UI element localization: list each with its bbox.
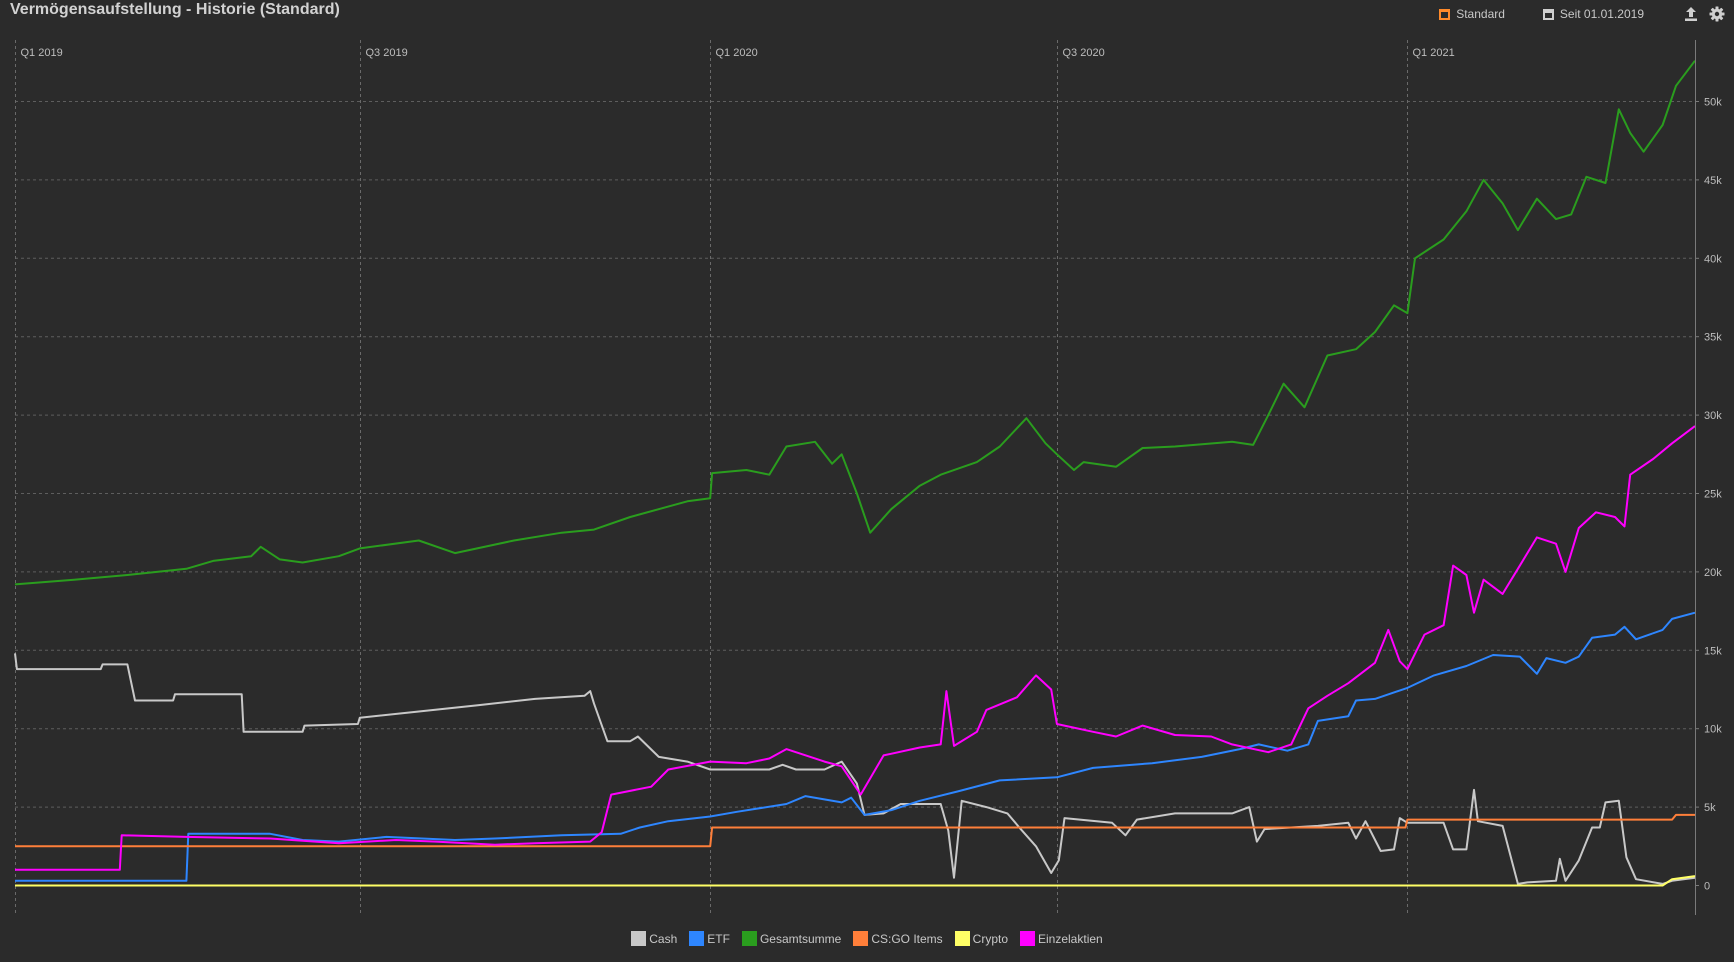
legend-item-cash[interactable]: Cash [631, 931, 677, 946]
y-tick-label: 10k [1704, 724, 1722, 736]
history-line-chart: Q1 2019 Q3 2019 Q1 2020 Q3 2020 Q1 2021 0 5k 1… [14, 40, 1722, 915]
y-tick-label: 40k [1704, 253, 1722, 265]
legend-item-cs-go-items[interactable]: CS:GO Items [853, 931, 943, 946]
y-axis-ticks: 0 5k 10k 15k 20k 25k 30k 35k 40k 45k 50k [1695, 97, 1722, 893]
y-tick-label: 50k [1704, 97, 1722, 109]
y-tick-label: 5k [1704, 802, 1716, 814]
legend-item-crypto[interactable]: Crypto [954, 931, 1008, 946]
legend-swatch [954, 931, 970, 946]
x-tick-label: Q3 2020 [1063, 47, 1105, 59]
y-tick-label: 20k [1704, 567, 1722, 579]
legend-swatch [689, 931, 705, 946]
legend-label: CS:GO Items [871, 931, 943, 946]
y-tick-label: 30k [1704, 410, 1722, 422]
x-tick-label: Q1 2020 [716, 47, 758, 59]
x-tick-label: Q1 2021 [1413, 47, 1455, 59]
series-line-cash [14, 653, 1696, 885]
y-tick-label: 25k [1704, 489, 1722, 501]
legend-label: ETF [707, 931, 730, 946]
legend-label: Einzelaktien [1038, 931, 1103, 946]
y-tick-label: 35k [1704, 332, 1722, 344]
series-line-etf [15, 611, 1696, 882]
series-line-cs-go-items [15, 813, 1695, 848]
legend-item-etf[interactable]: ETF [689, 931, 730, 946]
legend-swatch [1020, 931, 1035, 946]
legend-label: Gesamtsumme [759, 931, 842, 946]
legend-swatch [741, 931, 757, 946]
legend-label: Cash [649, 931, 678, 946]
series-line-crypto [15, 875, 1696, 887]
chart-series [14, 60, 1696, 887]
legend-item-gesamtsumme[interactable]: Gesamtsumme [741, 931, 842, 946]
chart-legend: Cash ETF Gesamtsumme CS:GO Items Crypto Einze… [0, 931, 1734, 946]
x-axis-ticks: Q1 2019 Q3 2019 Q1 2020 Q3 2020 Q1 2021 [21, 47, 1455, 59]
series-line-gesamtsumme [14, 60, 1696, 586]
legend-swatch [631, 931, 647, 946]
legend-swatch [853, 931, 869, 946]
legend-label: Crypto [972, 931, 1008, 946]
y-tick-label: 45k [1704, 175, 1722, 187]
y-tick-label: 15k [1704, 645, 1722, 657]
y-tick-label: 0 [1704, 881, 1710, 893]
x-tick-label: Q3 2019 [366, 47, 408, 59]
chart-grid [15, 40, 1695, 915]
legend-item-einzelaktien[interactable]: Einzelaktien [1020, 931, 1103, 946]
x-tick-label: Q1 2019 [21, 47, 63, 59]
